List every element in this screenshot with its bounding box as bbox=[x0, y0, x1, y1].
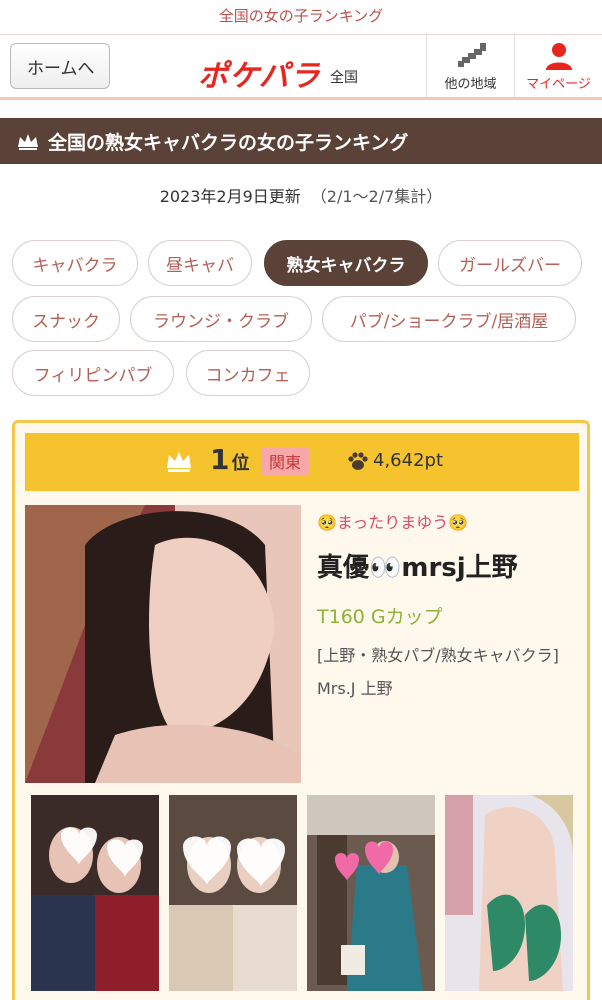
body-spec: T160 Gカップ bbox=[317, 606, 443, 628]
rank-number: 1位 bbox=[210, 443, 249, 476]
home-button[interactable]: ホームへ bbox=[0, 43, 110, 89]
category-chip-snack[interactable]: スナック bbox=[12, 296, 120, 342]
update-info: 2023年2月9日更新 （2/1〜2/7集計） bbox=[0, 183, 602, 207]
gallery-photo[interactable] bbox=[31, 795, 159, 991]
category-chip-filipino[interactable]: フィリピンパブ bbox=[12, 350, 174, 396]
other-area-label: 他の地域 bbox=[444, 77, 497, 92]
region-label: 全国 bbox=[330, 70, 358, 86]
page-caption: 全国の女の子ランキング bbox=[0, 0, 602, 34]
mypage-button[interactable]: マイページ bbox=[514, 35, 602, 98]
site-logo[interactable]: ポケパラ bbox=[198, 51, 321, 95]
category-chip-label: コンカフェ bbox=[205, 365, 291, 386]
gallery-photo[interactable] bbox=[307, 795, 435, 991]
photo-placeholder bbox=[31, 795, 159, 991]
ranking-card[interactable]: 1位 関東 4,642pt 🥺まったりまゆう🥺 真優👀mrsj上野 T160 G bbox=[12, 420, 590, 1000]
category-chip-daytime[interactable]: 昼キャバ bbox=[148, 240, 252, 286]
shop-name[interactable]: Mrs.J 上野 bbox=[317, 675, 587, 699]
category-chip-label: 昼キャバ bbox=[166, 255, 234, 276]
gallery-photo[interactable] bbox=[445, 795, 573, 991]
girl-name[interactable]: 真優👀mrsj上野 bbox=[317, 547, 587, 584]
rank-suffix: 位 bbox=[231, 453, 250, 474]
category-chip-label: キャバクラ bbox=[32, 255, 118, 276]
photo-placeholder bbox=[307, 795, 435, 991]
home-button-label: ホームへ bbox=[27, 58, 95, 79]
gallery-photo[interactable] bbox=[169, 795, 297, 991]
category-chip-girls-bar[interactable]: ガールズバー bbox=[438, 240, 582, 286]
category-chip-label: フィリピンパブ bbox=[33, 365, 153, 386]
person-icon bbox=[545, 43, 572, 70]
crown-icon bbox=[167, 452, 191, 472]
category-chip-concafe[interactable]: コンカフェ bbox=[186, 350, 310, 396]
category-chip-pub[interactable]: パブ/ショークラブ/居酒屋 bbox=[322, 296, 576, 342]
rank-bar: 1位 関東 4,642pt bbox=[25, 433, 579, 491]
category-chip-label: スナック bbox=[32, 311, 100, 332]
category-chip-mature[interactable]: 熟女キャバクラ bbox=[264, 240, 428, 286]
points: 4,642pt bbox=[347, 450, 443, 471]
update-date: 2023年2月9日更新 bbox=[159, 187, 301, 206]
photo-placeholder bbox=[25, 505, 301, 783]
profile-info: 🥺まったりまゆう🥺 真優👀mrsj上野 T160 Gカップ [上野・熟女パブ/熟… bbox=[317, 509, 587, 699]
category-chip-label: ガールズバー bbox=[459, 255, 561, 276]
other-area-button[interactable]: 他の地域 bbox=[426, 35, 514, 98]
crown-icon bbox=[18, 134, 38, 150]
category-chip-label: 熟女キャバクラ bbox=[286, 255, 406, 276]
photo-gallery bbox=[31, 795, 591, 991]
profile-photo[interactable] bbox=[25, 505, 301, 783]
ranking-section-header: 全国の熟女キャバクラの女の子ランキング bbox=[0, 118, 602, 164]
region-badge: 関東 bbox=[261, 447, 310, 475]
site-header: ホームへ ポケパラ 全国 他の地域 マイページ bbox=[0, 34, 602, 100]
aggregation-period: （2/1〜2/7集計） bbox=[310, 187, 443, 206]
category-chip-label: ラウンジ・クラブ bbox=[153, 311, 289, 332]
rank-value: 1 bbox=[210, 443, 230, 476]
photo-placeholder bbox=[445, 795, 573, 991]
map-icon bbox=[457, 43, 486, 67]
category-chip-lounge[interactable]: ラウンジ・クラブ bbox=[130, 296, 312, 342]
catchphrase: 🥺まったりまゆう🥺 bbox=[317, 513, 469, 532]
points-value: 4,642pt bbox=[373, 450, 444, 471]
section-title: 全国の熟女キャバクラの女の子ランキング bbox=[48, 131, 409, 154]
paw-icon bbox=[348, 451, 368, 470]
category-chip-label: パブ/ショークラブ/居酒屋 bbox=[349, 311, 549, 332]
category-chip-cabaret[interactable]: キャバクラ bbox=[12, 240, 138, 286]
photo-placeholder bbox=[169, 795, 297, 991]
mypage-label: マイページ bbox=[526, 77, 591, 92]
shop-area-type: [上野・熟女パブ/熟女キャバクラ] bbox=[317, 646, 559, 665]
